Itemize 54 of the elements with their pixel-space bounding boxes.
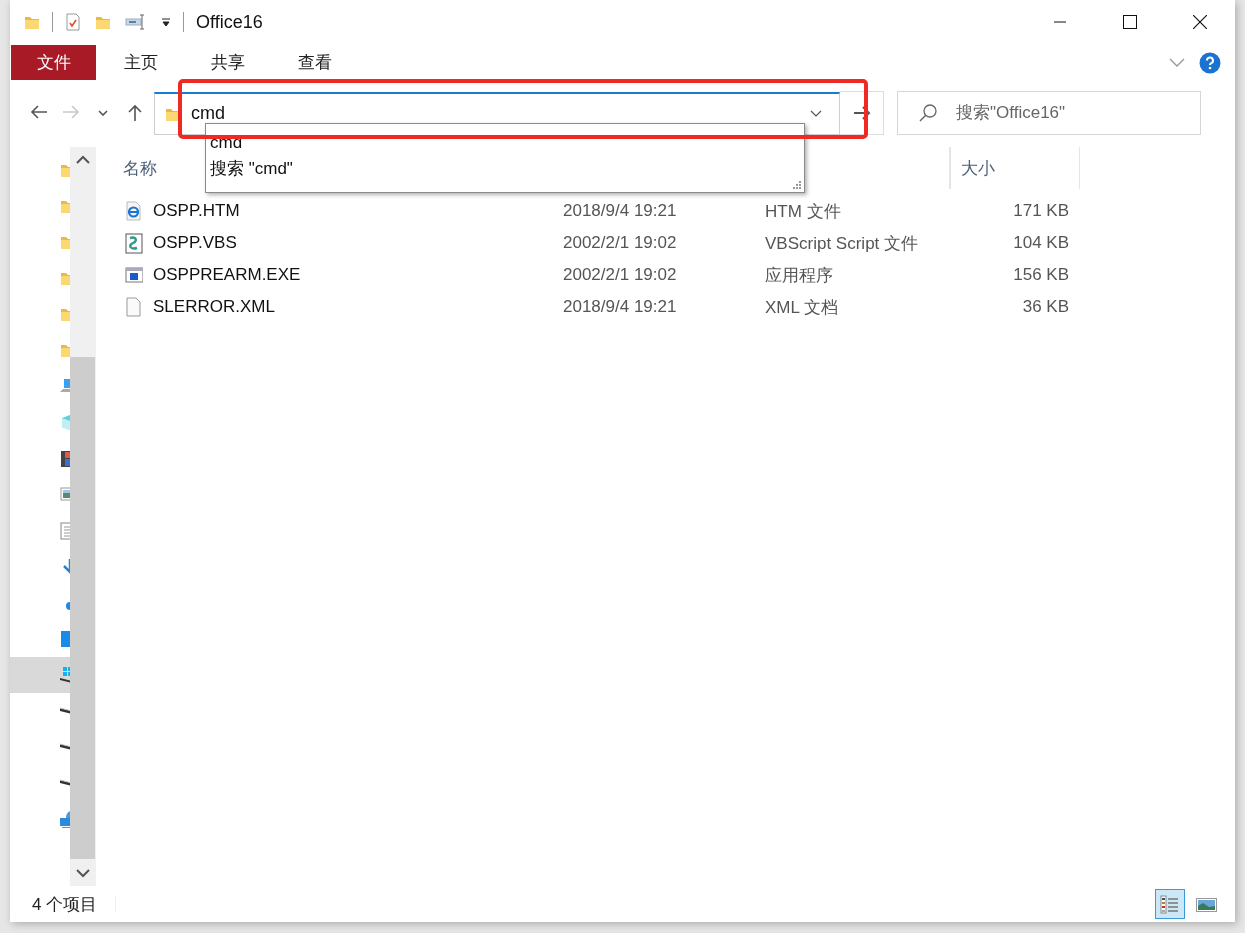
blank-file-icon bbox=[125, 296, 143, 318]
resize-grip-icon[interactable] bbox=[793, 181, 801, 189]
scroll-down-icon[interactable] bbox=[75, 869, 90, 878]
column-header[interactable]: 大小 bbox=[961, 156, 995, 180]
type-cell-text: VBScript Script 文件 bbox=[764, 232, 920, 255]
item-count: 4 个项目 bbox=[32, 893, 98, 916]
help-icon[interactable] bbox=[1199, 51, 1221, 74]
maximize-icon bbox=[1123, 15, 1137, 29]
customize-caret-icon[interactable] bbox=[161, 17, 171, 27]
size-cell-text: 104 KB bbox=[1012, 233, 1070, 253]
application-icon bbox=[125, 264, 143, 286]
ribbon-tab[interactable]: 共享 bbox=[185, 45, 270, 80]
date-cell-text: 2002/2/1 19:02 bbox=[562, 233, 678, 253]
edge-file-icon bbox=[125, 200, 143, 222]
details-view-button[interactable] bbox=[1155, 889, 1185, 919]
new-folder-icon[interactable] bbox=[95, 14, 111, 30]
type-cell-text: XML 文档 bbox=[764, 296, 840, 319]
date-cell-text: 2018/9/4 19:21 bbox=[562, 297, 678, 317]
properties-icon[interactable] bbox=[65, 13, 81, 31]
ribbon-tab[interactable]: 查看 bbox=[272, 45, 357, 80]
caret-icon bbox=[98, 110, 108, 116]
file-name[interactable]: SLERROR.XML bbox=[153, 297, 275, 317]
go-button[interactable] bbox=[840, 91, 884, 135]
type-cell-text: HTM 文件 bbox=[764, 200, 842, 223]
go-arrow-icon bbox=[852, 105, 871, 121]
folder-icon[interactable] bbox=[24, 14, 40, 30]
autocomplete-item[interactable]: 搜索 "cmd" bbox=[210, 156, 804, 182]
address-input[interactable]: cmd bbox=[191, 103, 793, 124]
type-cell-text: 应用程序 bbox=[764, 264, 834, 287]
scroll-up-icon[interactable] bbox=[75, 155, 90, 164]
up-arrow-icon bbox=[127, 104, 143, 122]
script-file-icon bbox=[125, 232, 143, 254]
date-cell-text: 2018/9/4 19:21 bbox=[562, 201, 678, 221]
file-name[interactable]: OSPPREARM.EXE bbox=[153, 265, 301, 285]
rename-icon[interactable] bbox=[125, 14, 147, 30]
close-icon bbox=[1193, 15, 1207, 29]
ribbon-tab[interactable]: 文件 bbox=[11, 45, 96, 80]
search-box[interactable]: 搜索"Office16" bbox=[897, 91, 1201, 135]
size-cell-text: 36 KB bbox=[1021, 297, 1070, 317]
column-header[interactable]: 名称 bbox=[123, 156, 157, 180]
search-icon bbox=[918, 103, 938, 123]
search-input[interactable]: 搜索"Office16" bbox=[956, 103, 1200, 123]
size-cell-text: 171 KB bbox=[1012, 201, 1070, 221]
chevron-down-icon bbox=[810, 109, 822, 118]
expand-ribbon-icon[interactable] bbox=[1169, 57, 1185, 68]
scroll-thumb[interactable] bbox=[70, 357, 95, 859]
window-title: Office16 bbox=[196, 11, 263, 33]
ribbon-tab[interactable]: 主页 bbox=[98, 45, 183, 80]
details-view-icon bbox=[1159, 893, 1181, 915]
file-name[interactable]: OSPP.HTM bbox=[153, 201, 240, 221]
scrollbar[interactable] bbox=[70, 147, 95, 886]
size-cell-text: 156 KB bbox=[1012, 265, 1070, 285]
date-cell-text: 2002/2/1 19:02 bbox=[562, 265, 678, 285]
file-name[interactable]: OSPP.VBS bbox=[153, 233, 237, 253]
